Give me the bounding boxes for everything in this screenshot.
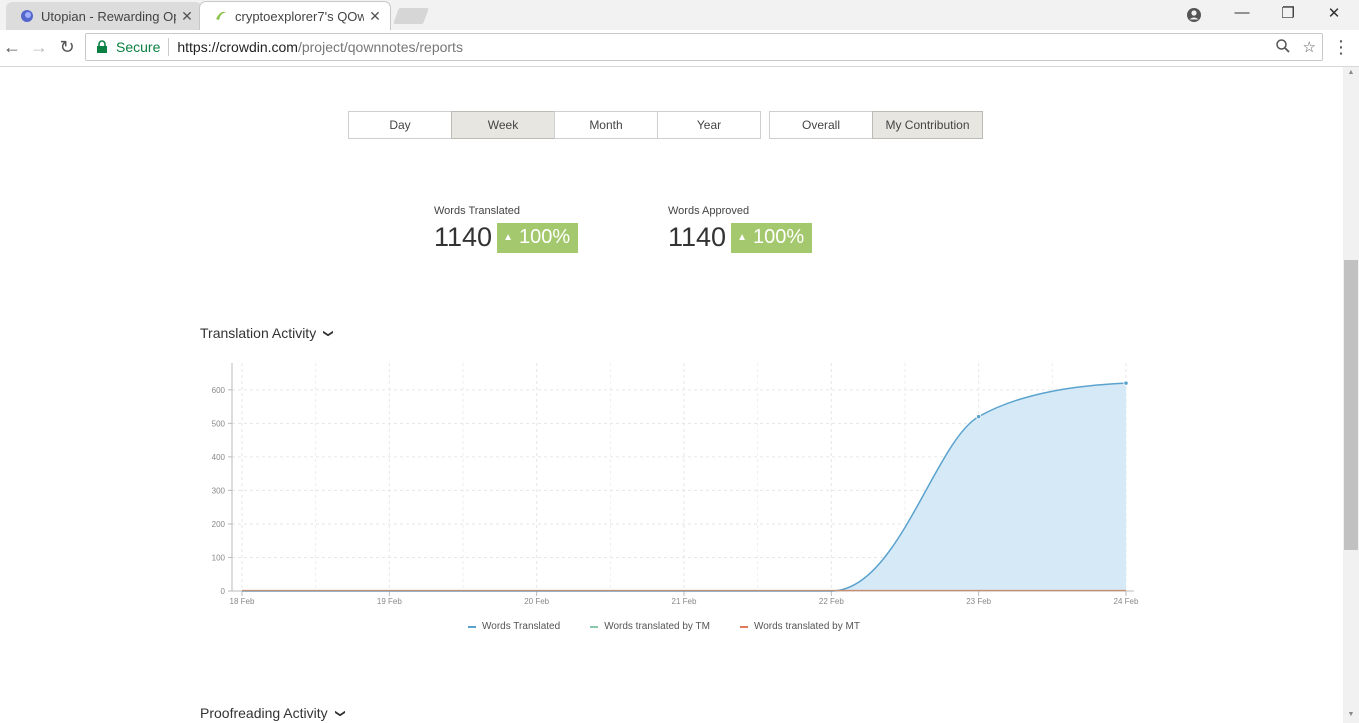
data-point [1123, 380, 1129, 386]
browser-toolbar: ← → ↻ Secure https://crowdin.com/project… [0, 30, 1359, 67]
tab-close-icon[interactable]: ✕ [368, 8, 382, 25]
section-title: Proofreading Activity [200, 705, 328, 721]
utopian-favicon-icon [21, 10, 33, 22]
reload-icon[interactable]: ↻ [56, 36, 78, 58]
legend-label: Words Translated [482, 621, 561, 632]
proofreading-activity-toggle[interactable]: Proofreading Activity ❯ [200, 705, 346, 721]
lock-icon [97, 40, 107, 53]
y-tick-label: 600 [212, 386, 226, 395]
address-bar[interactable]: Secure https://crowdin.com/project/qownn… [85, 33, 1323, 61]
legend-label: Words translated by TM [604, 621, 710, 632]
menu-icon[interactable]: ⋮ [1330, 36, 1352, 58]
bookmark-star-icon[interactable]: ☆ [1303, 38, 1316, 56]
y-tick-label: 300 [212, 486, 226, 495]
secure-label: Secure [116, 39, 161, 55]
tab-title: Utopian - Rewarding Op [41, 8, 176, 24]
x-tick-label: 24 Feb [1114, 597, 1139, 606]
tab-crowdin[interactable]: cryptoexplorer7's QOwnN ✕ [200, 2, 390, 30]
reports-page: Day Week Month Year Overall My Contribut… [0, 67, 1343, 723]
zoom-icon[interactable] [1275, 38, 1291, 54]
page-scrollbar[interactable]: ▲ ▼ [1343, 67, 1359, 723]
x-tick-label: 21 Feb [672, 597, 697, 606]
legend-item-mt[interactable]: Words translated by MT [739, 621, 860, 632]
series-area-words-translated [242, 383, 1126, 591]
tab-close-icon[interactable]: ✕ [180, 8, 194, 25]
tab-title: cryptoexplorer7's QOwnN [235, 8, 364, 24]
y-tick-label: 400 [212, 453, 226, 462]
x-tick-label: 20 Feb [524, 597, 549, 606]
chart-legend: Words Translated Words translated by TM … [468, 621, 890, 632]
data-point [976, 414, 982, 420]
y-tick-label: 100 [212, 553, 226, 562]
new-tab-button[interactable] [393, 8, 429, 24]
tab-utopian[interactable]: Utopian - Rewarding Op ✕ [6, 2, 202, 30]
tab-bar: Utopian - Rewarding Op ✕ cryptoexplorer7… [0, 0, 1359, 30]
x-tick-label: 23 Feb [966, 597, 991, 606]
address-divider [168, 38, 170, 56]
legend-label: Words translated by MT [753, 621, 860, 632]
y-tick-label: 500 [212, 419, 226, 428]
restore-icon[interactable]: ❐ [1277, 4, 1299, 22]
forward-icon[interactable]: → [28, 36, 50, 58]
crowdin-favicon-icon [216, 11, 226, 20]
chevron-down-icon: ❯ [334, 708, 346, 718]
profile-icon[interactable] [1183, 5, 1205, 25]
x-tick-label: 18 Feb [230, 597, 255, 606]
scrollbar-thumb[interactable] [1344, 260, 1358, 550]
scroll-down-icon[interactable]: ▼ [1343, 711, 1359, 723]
y-tick-label: 0 [221, 587, 226, 596]
legend-swatch [590, 625, 599, 628]
legend-swatch [468, 625, 476, 628]
url-path: /project/qownnotes/reports [297, 39, 463, 55]
url-host: https://crowdin.com [177, 39, 298, 55]
x-tick-label: 22 Feb [819, 597, 844, 606]
legend-swatch [739, 625, 748, 628]
minimize-icon[interactable]: — [1231, 4, 1253, 21]
back-icon[interactable]: ← [1, 36, 23, 58]
scroll-up-icon[interactable]: ▲ [1343, 69, 1359, 81]
legend-item-translated[interactable]: Words Translated [468, 621, 560, 632]
close-window-icon[interactable]: ✕ [1323, 4, 1345, 22]
y-tick-label: 200 [212, 520, 226, 529]
x-tick-label: 19 Feb [377, 597, 402, 606]
legend-item-tm[interactable]: Words translated by TM [590, 621, 710, 632]
